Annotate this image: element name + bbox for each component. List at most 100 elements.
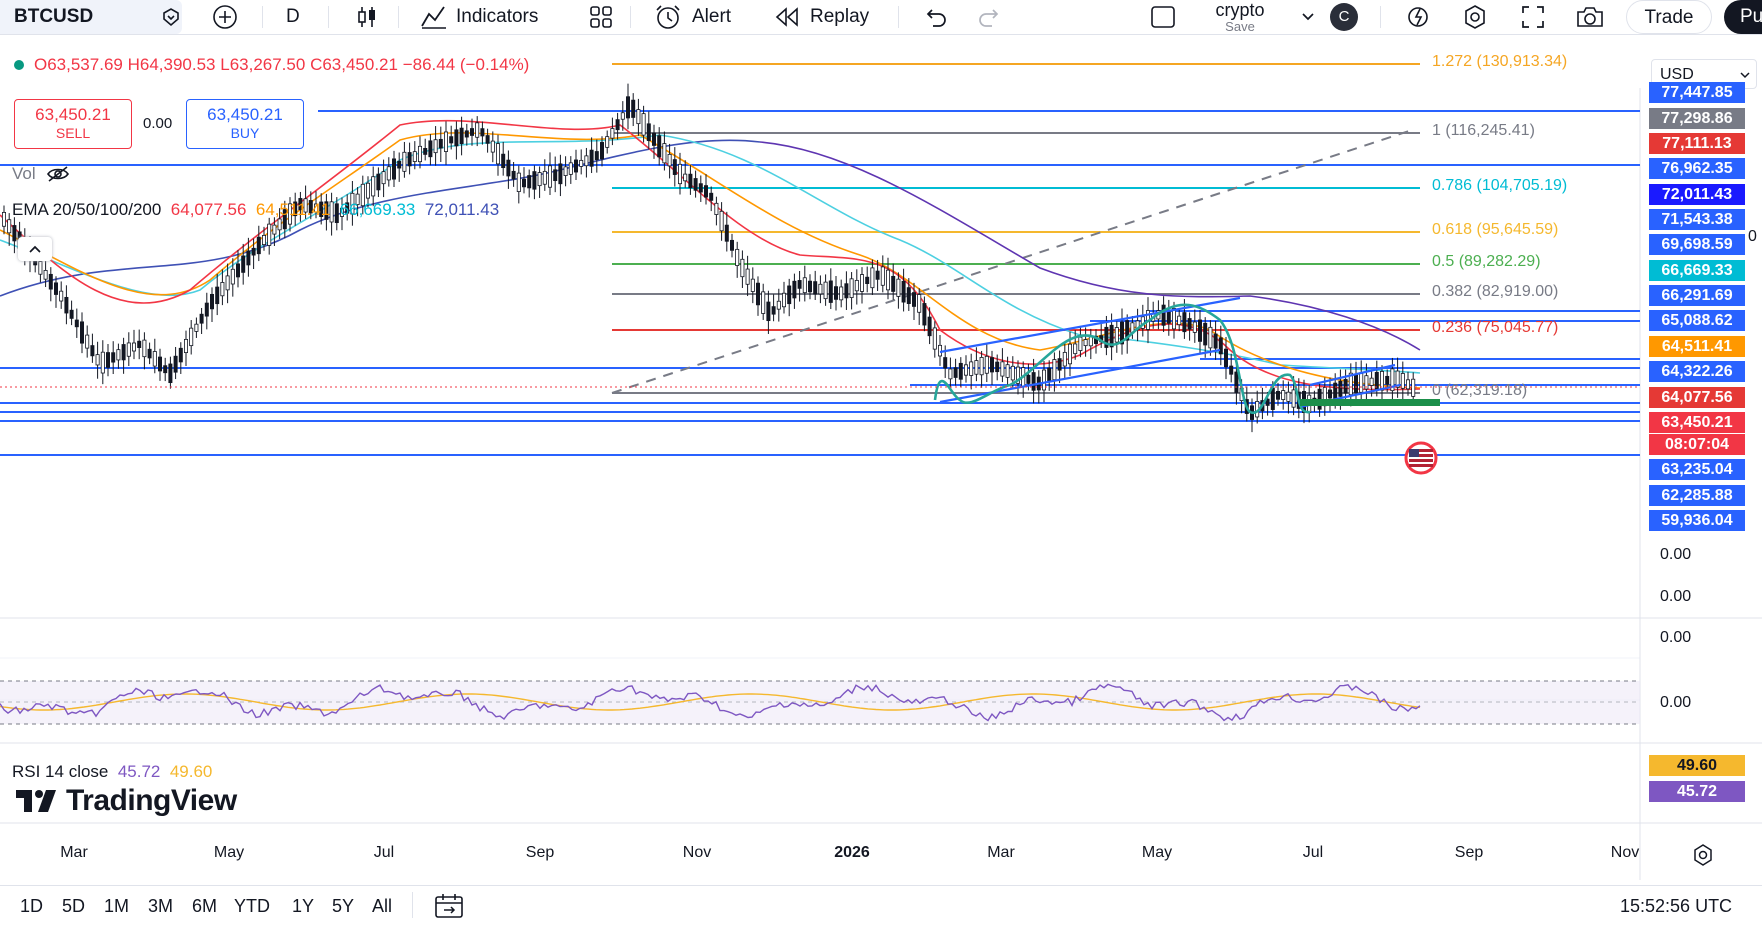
us-flag-event-icon[interactable]: [1404, 441, 1438, 475]
candle-body: [579, 159, 584, 167]
candle-type-icon[interactable]: [352, 0, 382, 34]
candle-body: [776, 300, 781, 310]
settings-gear-icon[interactable]: [1460, 0, 1490, 34]
candle-body: [1411, 378, 1416, 397]
compare-add-icon[interactable]: [208, 0, 242, 34]
price-label[interactable]: 64,511.41: [1649, 336, 1745, 357]
range-button-5y[interactable]: 5Y: [332, 896, 354, 917]
candle-body: [12, 225, 17, 242]
price-label[interactable]: 64,322.26: [1649, 361, 1745, 382]
candle-body: [1333, 382, 1338, 401]
price-label[interactable]: 76,962.35: [1649, 158, 1745, 179]
fib-level-label: 0 (62,319.18): [1432, 382, 1528, 399]
price-label[interactable]: 66,669.33: [1649, 260, 1745, 281]
candle-body: [7, 219, 12, 234]
price-label[interactable]: 62,285.88: [1649, 485, 1745, 506]
range-button-5d[interactable]: 5D: [62, 896, 85, 917]
price-label[interactable]: 65,088.62: [1649, 310, 1745, 331]
price-label[interactable]: 69,698.59: [1649, 234, 1745, 255]
range-button-6m[interactable]: 6M: [192, 896, 217, 917]
layout-grid-icon[interactable]: [586, 0, 616, 34]
price-label[interactable]: 08:07:04: [1649, 434, 1745, 455]
candle-body: [38, 261, 43, 275]
layout-name: crypto: [1215, 0, 1265, 20]
collapse-legend-button[interactable]: [18, 237, 52, 261]
axis-settings-icon[interactable]: [1692, 844, 1714, 871]
price-label[interactable]: 64,077.56: [1649, 387, 1745, 408]
tradingview-logo[interactable]: TradingView: [16, 784, 237, 818]
utc-clock[interactable]: 15:52:56 UTC: [1620, 896, 1732, 917]
symbol-info-icon[interactable]: [156, 0, 186, 34]
candle-body: [178, 347, 183, 363]
candle-body: [1354, 373, 1359, 394]
candle-body: [771, 306, 776, 315]
range-button-1y[interactable]: 1Y: [292, 896, 314, 917]
candle-body: [121, 344, 126, 361]
candle-body: [948, 368, 953, 380]
candle-body: [886, 269, 891, 291]
fib-trend-line[interactable]: [611, 129, 1413, 394]
chevron-down-icon[interactable]: [1298, 0, 1318, 34]
price-label[interactable]: 71,543.38: [1649, 209, 1745, 230]
quick-search-icon[interactable]: [1404, 0, 1434, 34]
candle-body: [698, 183, 703, 193]
range-button-1d[interactable]: 1D: [20, 896, 43, 917]
candle-body: [787, 285, 792, 305]
chevron-up-icon: [29, 245, 41, 253]
price-label[interactable]: 77,111.13: [1649, 133, 1745, 154]
replay-button[interactable]: Replay: [774, 0, 869, 34]
position-box[interactable]: [1300, 399, 1440, 406]
candle-body: [1359, 373, 1364, 393]
camera-icon[interactable]: [1574, 0, 1606, 34]
trade-button[interactable]: Trade: [1626, 0, 1712, 34]
candle-body: [397, 160, 402, 169]
buy-label: BUY: [230, 125, 260, 141]
replay-label: Replay: [810, 6, 870, 27]
candle-body: [433, 139, 438, 154]
candle-body: [766, 301, 771, 322]
candle-body: [896, 278, 901, 297]
fib-retracement[interactable]: [612, 63, 1420, 394]
candle-body: [813, 281, 818, 295]
layout-square-icon[interactable]: [1148, 0, 1178, 34]
alert-button[interactable]: Alert: [654, 0, 731, 34]
redo-icon[interactable]: [975, 0, 1005, 34]
range-button-ytd[interactable]: YTD: [234, 896, 270, 917]
fullscreen-icon[interactable]: [1518, 0, 1548, 34]
buy-price: 63,450.21: [207, 105, 283, 124]
interval-button[interactable]: D: [286, 0, 300, 34]
go-to-date-icon[interactable]: [434, 892, 464, 925]
eye-crossed-icon[interactable]: [46, 165, 70, 183]
buy-button[interactable]: 63,450.21 BUY: [186, 99, 304, 149]
candle-body: [85, 334, 90, 349]
range-button-all[interactable]: All: [372, 896, 392, 917]
ema-legend[interactable]: EMA 20/50/100/200 64,077.56 64,511.41 66…: [12, 200, 499, 220]
price-label[interactable]: 77,447.85: [1649, 82, 1745, 103]
price-label[interactable]: 63,450.21: [1649, 412, 1745, 433]
volume-legend[interactable]: Vol: [12, 164, 70, 184]
range-button-1m[interactable]: 1M: [104, 896, 129, 917]
candle-body: [719, 210, 724, 232]
candle-body: [631, 99, 636, 118]
candle-body: [95, 354, 100, 366]
chart-area[interactable]: [0, 40, 1762, 880]
rsi-legend[interactable]: RSI 14 close 45.72 49.60: [12, 762, 212, 782]
candle-body: [568, 162, 573, 175]
publish-button[interactable]: Pu: [1724, 0, 1762, 34]
price-label[interactable]: 72,011.43: [1649, 184, 1745, 205]
candle-body: [943, 357, 948, 369]
price-label[interactable]: 66,291.69: [1649, 285, 1745, 306]
undo-icon[interactable]: [920, 0, 950, 34]
sell-button[interactable]: 63,450.21 SELL: [14, 99, 132, 149]
layout-save-button[interactable]: crypto Save: [1200, 0, 1280, 33]
candle-body: [1182, 312, 1187, 333]
candle-body: [522, 178, 527, 188]
avatar[interactable]: C: [1330, 3, 1358, 31]
indicators-button[interactable]: Indicators: [420, 0, 538, 34]
price-label[interactable]: 77,298.86: [1649, 108, 1745, 129]
candle-body: [745, 268, 750, 285]
symbol-search[interactable]: BTCUSD: [0, 0, 182, 34]
price-label[interactable]: 59,936.04: [1649, 510, 1745, 531]
price-label[interactable]: 63,235.04: [1649, 459, 1745, 480]
range-button-3m[interactable]: 3M: [148, 896, 173, 917]
